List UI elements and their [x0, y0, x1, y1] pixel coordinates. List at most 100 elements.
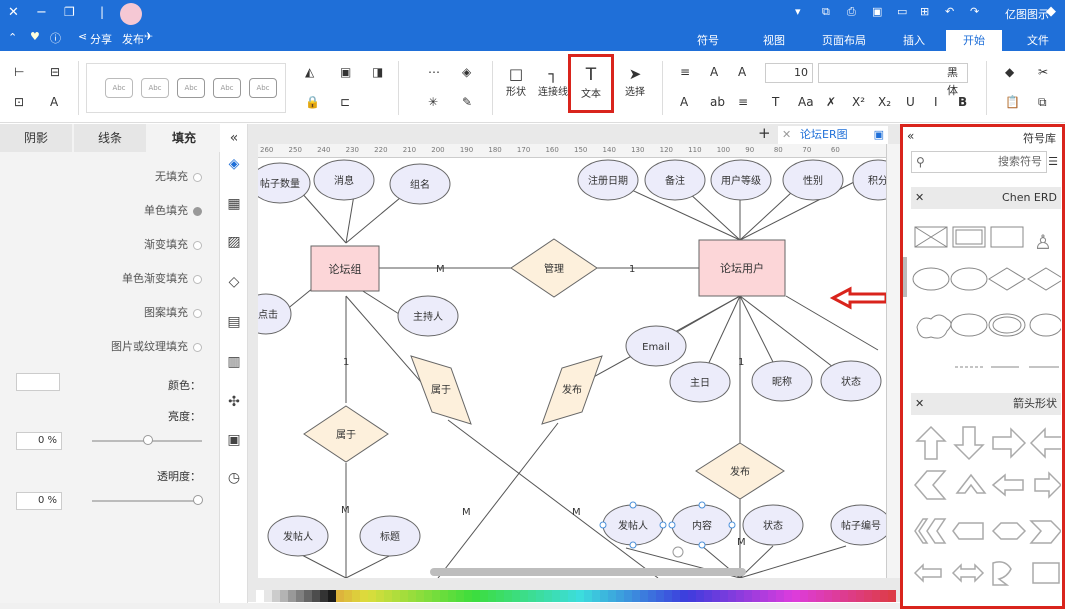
color-swatch[interactable] [760, 590, 768, 602]
color-swatch[interactable] [672, 590, 680, 602]
tab-page-layout[interactable]: 页面布局 [812, 30, 876, 51]
save-icon[interactable]: ▣ [872, 5, 882, 18]
color-swatch[interactable] [552, 590, 560, 602]
minimize-icon[interactable]: − [36, 5, 47, 20]
new-icon[interactable]: ⊞ [920, 5, 929, 18]
style-sample[interactable]: Abc [105, 78, 133, 98]
presentation-icon[interactable]: ▣ [224, 430, 244, 450]
format-painter-icon[interactable]: ◆ [1005, 65, 1014, 79]
open-icon[interactable]: ▭ [897, 5, 907, 18]
color-swatch[interactable] [816, 590, 824, 602]
color-swatch[interactable] [808, 590, 816, 602]
attribute-shape[interactable] [912, 267, 950, 291]
color-swatch[interactable] [264, 590, 272, 602]
color-swatch[interactable] [400, 590, 408, 602]
group-icon[interactable]: ⊟ [50, 65, 60, 79]
text-button[interactable]: T 文本 [568, 54, 614, 113]
style-sample[interactable]: Abc [177, 78, 205, 98]
text-color-icon[interactable]: A [680, 95, 688, 109]
brightness-slider-thumb[interactable] [143, 435, 153, 445]
underline-ab-icon[interactable]: ab [710, 95, 725, 109]
color-swatch[interactable] [680, 590, 688, 602]
color-swatch[interactable] [632, 590, 640, 602]
fill-option[interactable]: 无填充 [155, 168, 202, 184]
brightness-input[interactable]: 0 % [16, 432, 62, 450]
color-swatch[interactable] [728, 590, 736, 602]
close-tab-icon[interactable]: ✕ [782, 126, 791, 144]
color-swatch[interactable] [592, 590, 600, 602]
paste-icon[interactable]: 📋 [1005, 95, 1020, 109]
color-swatch[interactable] [664, 590, 672, 602]
drawing-canvas[interactable]: 论坛组 论坛用户 管理 属于 属于 发布 发布 帖子数量 消息 组名 主持人 点… [258, 158, 886, 578]
radio-icon[interactable] [193, 172, 202, 182]
color-swatch[interactable] [312, 590, 320, 602]
color-swatch[interactable] [736, 590, 744, 602]
color-swatch[interactable] [296, 590, 304, 602]
palette-swatches[interactable] [248, 588, 900, 604]
associative-entity-shape[interactable] [990, 226, 1024, 248]
color-swatch[interactable] [704, 590, 712, 602]
panel-scrollbar[interactable] [903, 257, 907, 297]
tab-shadow[interactable]: 阴影 [0, 124, 72, 152]
color-swatch[interactable] [432, 590, 440, 602]
subscript-icon[interactable]: X₂ [878, 95, 891, 109]
color-swatch[interactable] [328, 590, 336, 602]
actor-icon[interactable]: ♙ [1034, 230, 1052, 254]
line-spacing-icon[interactable]: ≡ [738, 95, 748, 109]
right-arrow-shape[interactable] [992, 427, 1027, 459]
color-swatch[interactable] [648, 590, 656, 602]
font-size-select[interactable]: 10 [765, 63, 813, 83]
avatar[interactable] [120, 3, 142, 25]
color-swatch[interactable] [840, 590, 848, 602]
relationship-shape[interactable] [988, 267, 1026, 291]
radio-icon[interactable] [193, 342, 202, 352]
tab-view[interactable]: 视图 [746, 30, 802, 51]
close-section-icon[interactable]: ✕ [915, 393, 924, 415]
image-icon[interactable]: ▨ [224, 232, 244, 252]
undo-icon[interactable]: ↶ [945, 5, 954, 18]
color-swatch[interactable] [456, 590, 464, 602]
tab-home[interactable]: 开始 [946, 30, 1002, 51]
fill-option[interactable]: 单色渐变填充 [122, 270, 202, 286]
tab-fill[interactable]: 填充 [148, 124, 220, 152]
close-section-icon[interactable]: ✕ [915, 187, 924, 209]
hexagon-arrow-shape[interactable] [991, 522, 1027, 540]
style-sample[interactable]: Abc [141, 78, 169, 98]
transparency-slider[interactable] [92, 500, 202, 502]
tab-symbol[interactable]: 符号 [680, 30, 736, 51]
color-swatch[interactable] [792, 590, 800, 602]
fill-icon[interactable]: ◈ [462, 65, 471, 79]
color-swatch[interactable] [488, 590, 496, 602]
color-swatch[interactable] [688, 590, 696, 602]
selection-handle[interactable] [629, 501, 637, 509]
color-swatch[interactable] [640, 590, 648, 602]
close-icon[interactable]: ✕ [8, 5, 19, 20]
color-swatch[interactable] [480, 590, 488, 602]
left-thin-arrow-shape[interactable] [913, 563, 942, 583]
color-swatch[interactable] [712, 590, 720, 602]
chevron-up-shape[interactable] [955, 473, 987, 494]
color-swatch[interactable] [832, 590, 840, 602]
text-case-icon[interactable]: Aa [798, 95, 814, 109]
identifying-relationship-shape[interactable] [1027, 267, 1061, 291]
color-swatch[interactable] [608, 590, 616, 602]
color-swatch[interactable] [800, 590, 808, 602]
color-swatch[interactable] [752, 590, 760, 602]
color-picker[interactable] [16, 373, 60, 391]
fill-option[interactable]: 图片或纹理填充 [111, 338, 202, 354]
color-swatch[interactable] [496, 590, 504, 602]
color-swatch[interactable] [448, 590, 456, 602]
color-swatch[interactable] [352, 590, 360, 602]
color-swatch[interactable] [560, 590, 568, 602]
font-color-icon[interactable]: A [50, 95, 58, 109]
color-swatch[interactable] [360, 590, 368, 602]
line-style-icon[interactable]: ⋯ [428, 65, 440, 79]
color-palette[interactable] [248, 588, 900, 604]
chevron-double-shape[interactable] [926, 518, 947, 544]
down-arrow-shape[interactable] [953, 426, 985, 461]
page-icon[interactable]: ▤ [224, 312, 244, 332]
collapse-ribbon-icon[interactable]: ⌃ [8, 31, 17, 44]
selection-handle[interactable] [698, 501, 706, 509]
color-swatch[interactable] [624, 590, 632, 602]
color-swatch[interactable] [376, 590, 384, 602]
